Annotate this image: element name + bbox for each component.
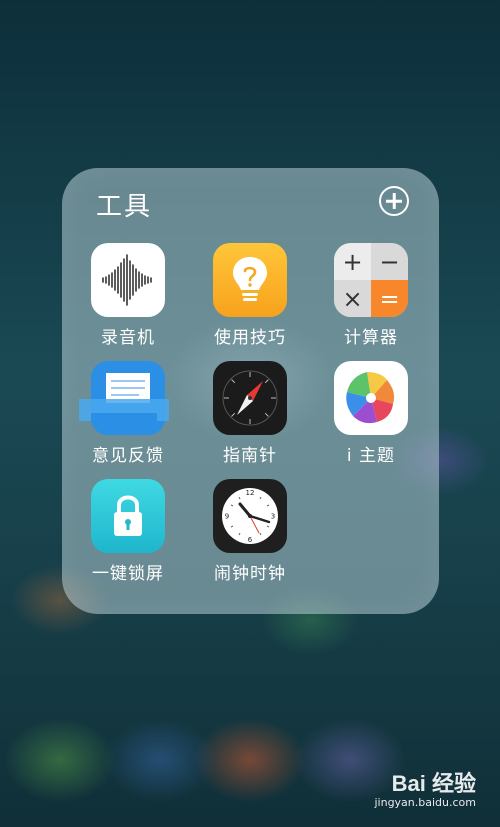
watermark-url: jingyan.baidu.com	[374, 796, 476, 809]
app-label: 使用技巧	[214, 328, 286, 348]
voice-recorder-icon	[91, 243, 165, 317]
svg-text:3: 3	[271, 513, 275, 521]
app-label: i 主题	[346, 446, 396, 466]
svg-text:6: 6	[248, 536, 253, 544]
tools-folder: 工具 录音机 使用技巧 + − × = 计算器 意见反馈 指南针 i 主题 一键…	[62, 168, 439, 614]
app-label: 指南针	[223, 446, 277, 466]
app-label: 一键锁屏	[92, 564, 164, 584]
plus-circle-icon[interactable]	[379, 186, 409, 216]
theme-pinwheel-icon	[334, 361, 408, 435]
lock-icon	[91, 479, 165, 553]
calc-key: +	[334, 243, 371, 280]
lightbulb-icon	[213, 243, 287, 317]
calc-key: =	[371, 280, 408, 317]
baidu-jingyan-watermark: Bai 经验 jingyan.baidu.com	[374, 766, 476, 809]
svg-text:12: 12	[246, 489, 255, 497]
app-label: 意见反馈	[92, 446, 164, 466]
feedback-icon	[79, 361, 169, 435]
app-tips[interactable]: 使用技巧	[195, 243, 305, 348]
app-label: 闹钟时钟	[214, 564, 286, 584]
watermark-logo: Bai 经验	[391, 771, 476, 796]
app-calculator[interactable]: + − × = 计算器	[316, 243, 426, 348]
folder-title: 工具	[96, 192, 153, 222]
calculator-icon: + − × =	[334, 243, 408, 317]
app-alarm-clock[interactable]: 12 3 6 9 闹钟时钟	[195, 479, 305, 584]
app-compass[interactable]: 指南针	[195, 361, 305, 466]
calc-key: ×	[334, 280, 371, 317]
app-voice-recorder[interactable]: 录音机	[73, 243, 183, 348]
svg-text:9: 9	[225, 513, 229, 521]
compass-icon	[213, 361, 287, 435]
app-theme[interactable]: i 主题	[316, 361, 426, 466]
clock-icon: 12 3 6 9	[213, 479, 287, 553]
calc-key: −	[371, 243, 408, 280]
app-feedback[interactable]: 意见反馈	[73, 361, 183, 466]
app-label: 计算器	[344, 328, 398, 348]
app-lock-screen[interactable]: 一键锁屏	[73, 479, 183, 584]
app-label: 录音机	[101, 328, 155, 348]
